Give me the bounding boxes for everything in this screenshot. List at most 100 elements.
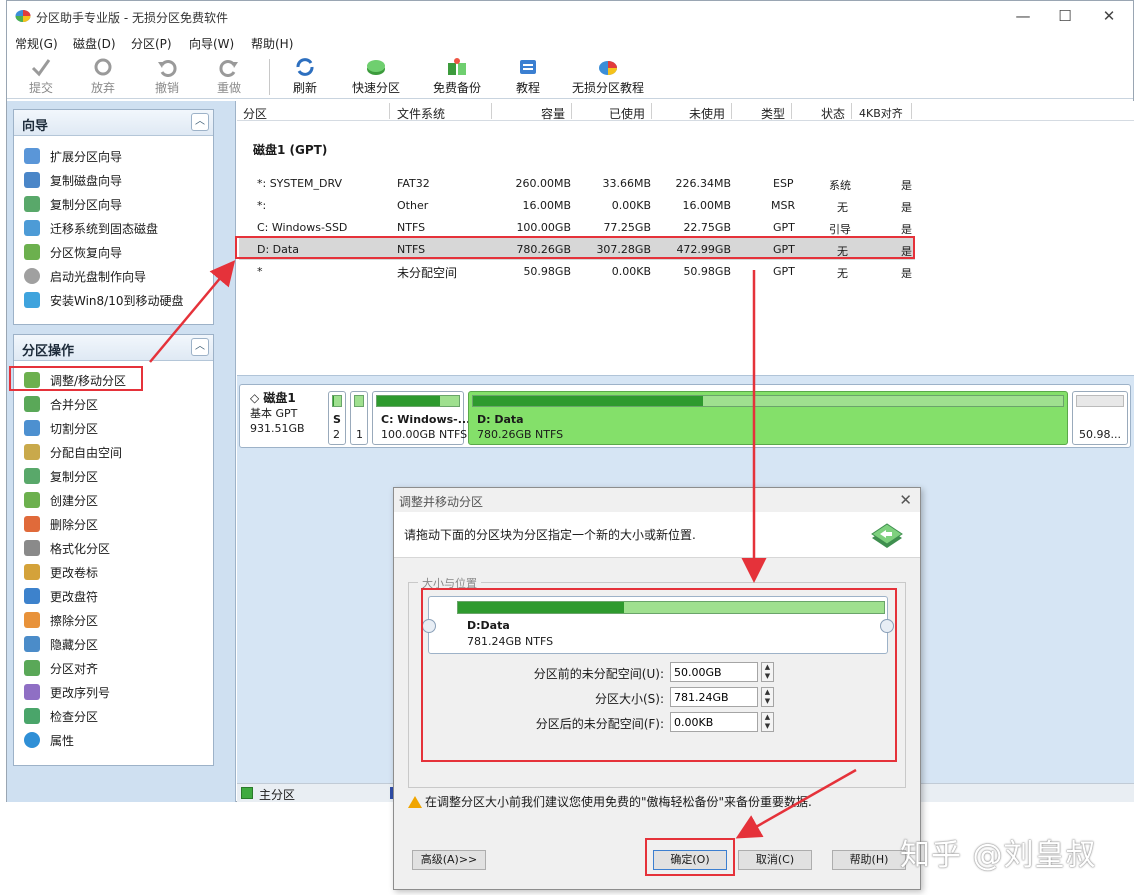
- table-row[interactable]: * 未分配空间 50.98GB 0.00KB 50.98GB GPT 无 是: [239, 260, 915, 282]
- backup-warning-text: 在调整分区大小前我们建议您使用免费的"傲梅轻松备份"来备份重要数据.: [425, 795, 812, 809]
- format-icon: [24, 540, 40, 556]
- resize-move-dialog: 调整并移动分区 ✕ 请拖动下面的分区块为分区指定一个新的大小或新位置. 大小与位…: [393, 487, 921, 890]
- unallocated-after-label: 分区后的未分配空间(F):: [535, 717, 664, 731]
- usage-bar: [457, 601, 885, 614]
- partition-size-row: 分区大小(S): ▲▼: [454, 687, 774, 707]
- hide-icon: [24, 636, 40, 652]
- disk-icon: ◇: [250, 391, 260, 405]
- partition-size-input[interactable]: [670, 687, 758, 707]
- dialog-banner: 请拖动下面的分区块为分区指定一个新的大小或新位置.: [394, 512, 920, 558]
- lossless-tutorial-button[interactable]: 无损分区教程: [569, 57, 647, 96]
- dialog-title: 调整并移动分区: [399, 495, 484, 509]
- disk-part-esp[interactable]: S 2: [328, 391, 346, 445]
- col-separator: [651, 103, 652, 119]
- left-pane: 向导 ︿ 扩展分区向导 复制磁盘向导 复制分区向导 迁移系统到固态磁盘 分区恢复…: [7, 101, 236, 802]
- table-row[interactable]: *: Other 16.00MB 0.00KB 16.00MB MSR 无 是: [239, 194, 915, 216]
- commit-button[interactable]: 提交: [23, 57, 59, 96]
- primary-partition-swatch: [241, 787, 253, 799]
- disk-part-c[interactable]: C: Windows-... 100.00GB NTFS: [372, 391, 470, 445]
- help-button[interactable]: 帮助(H): [832, 850, 906, 870]
- unallocated-after-stepper[interactable]: ▲ ▼: [761, 712, 774, 732]
- col-status[interactable]: 状态: [821, 105, 845, 122]
- unallocated-before-stepper[interactable]: ▲ ▼: [761, 662, 774, 682]
- free-backup-button[interactable]: 免费备份: [429, 57, 485, 96]
- menu-disk[interactable]: 磁盘(D): [73, 35, 116, 52]
- undo-button[interactable]: 撤销: [149, 57, 185, 96]
- col-capacity[interactable]: 容量: [541, 105, 565, 122]
- toolbar: 提交 放弃 撤销 重做 刷新 快速分区 免费备份 教程 无损分区教程: [7, 55, 1133, 99]
- window-title: 分区助手专业版 - 无损分区免费软件: [36, 11, 228, 25]
- col-separator: [911, 103, 912, 119]
- discard-icon: [94, 58, 112, 76]
- usage-bar: [472, 395, 1064, 407]
- unallocated-after-input[interactable]: [670, 712, 758, 732]
- menu-help[interactable]: 帮助(H): [251, 35, 293, 52]
- unallocated-after-row: 分区后的未分配空间(F): ▲▼: [454, 712, 774, 732]
- tutorial-button[interactable]: 教程: [513, 57, 543, 96]
- disk-part-msr[interactable]: 1: [350, 391, 368, 445]
- menu-general[interactable]: 常规(G): [15, 35, 58, 52]
- warning-icon: [408, 796, 422, 808]
- advanced-button[interactable]: 高级(A)>>: [412, 850, 486, 870]
- commit-label: 提交: [28, 81, 53, 95]
- minimize-button[interactable]: —: [1003, 5, 1043, 27]
- quick-partition-icon: [367, 60, 385, 75]
- quick-partition-button[interactable]: 快速分区: [349, 57, 403, 96]
- resize-move-icon: [24, 372, 40, 388]
- close-button[interactable]: ✕: [1089, 5, 1129, 27]
- create-icon: [24, 492, 40, 508]
- extend-partition-icon: [24, 148, 40, 164]
- col-separator: [491, 103, 492, 119]
- disk-style: 基本 GPT: [250, 407, 298, 420]
- refresh-label: 刷新: [292, 81, 317, 95]
- col-4k-align[interactable]: 4KB对齐: [859, 105, 903, 121]
- unallocated-before-input[interactable]: [670, 662, 758, 682]
- table-row[interactable]: *: SYSTEM_DRV FAT32 260.00MB 33.66MB 226…: [239, 172, 915, 194]
- disk-name: 磁盘1: [263, 391, 296, 405]
- refresh-button[interactable]: 刷新: [287, 57, 323, 96]
- tutorial-icon: [520, 60, 536, 74]
- col-type[interactable]: 类型: [761, 105, 785, 122]
- partition-size-stepper[interactable]: ▲ ▼: [761, 687, 774, 707]
- delete-icon: [24, 516, 40, 532]
- disk-part-unallocated[interactable]: 50.98...: [1072, 391, 1128, 445]
- usage-bar: [376, 395, 460, 407]
- toolbar-separator: [269, 59, 270, 95]
- copy-icon: [24, 468, 40, 484]
- disk-size: 931.51GB: [250, 422, 305, 435]
- dialog-message: 请拖动下面的分区块为分区指定一个新的大小或新位置.: [404, 528, 696, 542]
- col-used[interactable]: 已使用: [609, 105, 645, 122]
- windows-usb-icon: [24, 292, 40, 308]
- collapse-wizard-button[interactable]: ︿: [191, 113, 209, 131]
- label-icon: [24, 564, 40, 580]
- ok-button[interactable]: 确定(O): [653, 850, 727, 870]
- col-filesystem[interactable]: 文件系统: [397, 105, 445, 122]
- collapse-ops-button[interactable]: ︿: [191, 338, 209, 356]
- split-icon: [24, 420, 40, 436]
- partition-size-label: 分区大小(S):: [594, 692, 664, 706]
- usage-bar: [1076, 395, 1124, 407]
- copy-disk-icon: [24, 172, 40, 188]
- redo-button[interactable]: 重做: [211, 57, 247, 96]
- table-header: 分区 文件系统 容量 已使用 未使用 类型 状态 4KB对齐: [237, 101, 1134, 121]
- backup-icon: [448, 58, 466, 75]
- ops-panel-title: 分区操作: [22, 344, 75, 359]
- cancel-button[interactable]: 取消(C): [738, 850, 812, 870]
- menu-partition[interactable]: 分区(P): [131, 35, 172, 52]
- undo-label: 撤销: [154, 81, 179, 95]
- slider-partition-name: D:Data: [467, 619, 510, 632]
- disk-info[interactable]: ◇ 磁盘1 基本 GPT 931.51GB: [250, 391, 305, 436]
- dialog-close-button[interactable]: ✕: [899, 491, 912, 509]
- col-partition[interactable]: 分区: [243, 105, 267, 122]
- disk-part-d-selected[interactable]: D: Data 780.26GB NTFS: [468, 391, 1068, 445]
- menu-wizard[interactable]: 向导(W): [189, 35, 234, 52]
- table-row-selected[interactable]: D: Data NTFS 780.26GB 307.28GB 472.99GB …: [239, 238, 915, 260]
- right-resize-handle[interactable]: [880, 619, 894, 633]
- table-row[interactable]: C: Windows-SSD NTFS 100.00GB 77.25GB 22.…: [239, 216, 915, 238]
- discard-button[interactable]: 放弃: [85, 57, 121, 96]
- partition-slider[interactable]: D:Data 781.24GB NTFS: [422, 596, 894, 654]
- col-unused[interactable]: 未使用: [689, 105, 725, 122]
- maximize-button[interactable]: ☐: [1045, 5, 1085, 27]
- left-resize-handle[interactable]: [422, 619, 436, 633]
- resize-move-icon: [871, 523, 903, 548]
